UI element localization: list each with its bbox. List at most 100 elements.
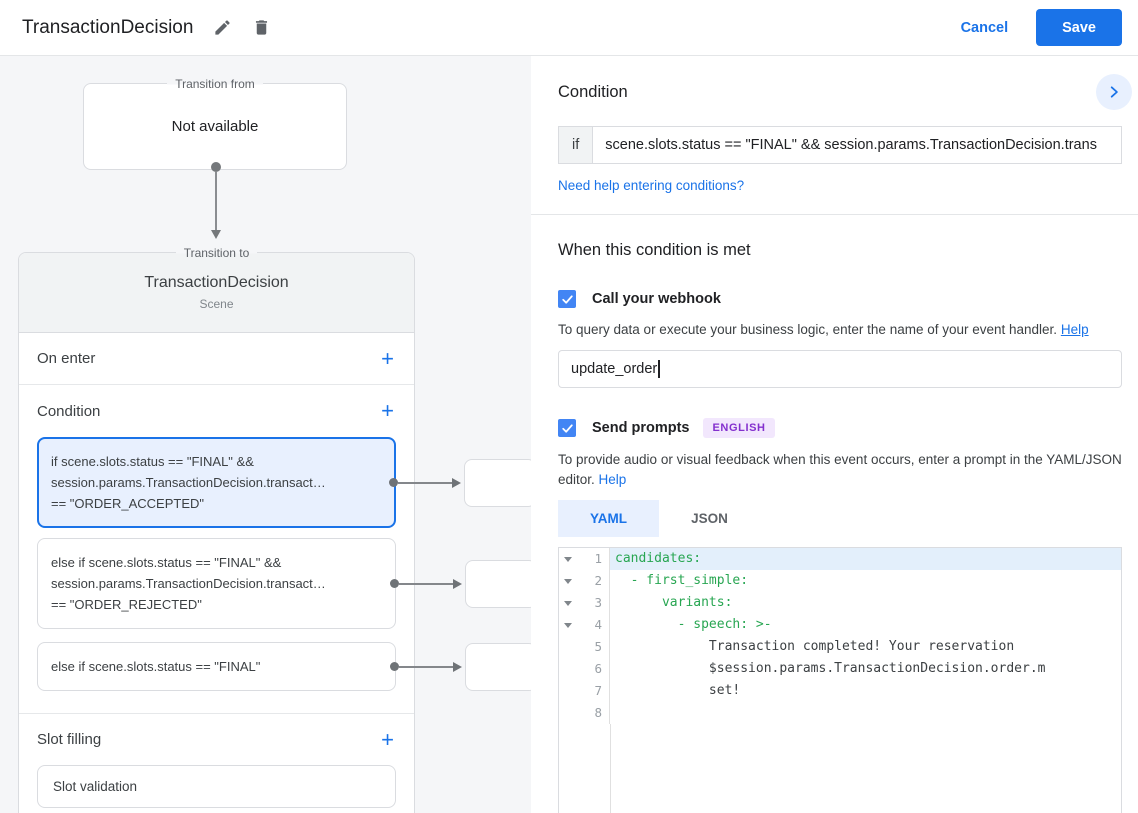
condition-line: else if scene.slots.status == "FINAL" [51, 659, 261, 674]
editor-line: 7 set! [559, 680, 1121, 702]
text-cursor [658, 360, 660, 378]
transition-target-node[interactable] [465, 559, 531, 608]
yaml-editor[interactable]: 1 candidates: 2 - first_simple: 3 varian… [558, 547, 1122, 813]
add-on-enter-button[interactable]: + [379, 345, 396, 371]
section-slot-filling: Slot filling + [19, 713, 414, 765]
prompts-checkbox-row: Send prompts ENGLISH [558, 418, 1122, 438]
condition-line: if scene.slots.status == "FINAL" && [51, 454, 254, 469]
condition-line: session.params.TransactionDecision.trans… [51, 475, 326, 490]
collapse-panel-button[interactable] [1096, 74, 1132, 110]
condition-panel-title: Condition [558, 82, 628, 101]
editor-line: 5 Transaction completed! Your reservatio… [559, 636, 1121, 658]
scene-name: TransactionDecision [144, 274, 289, 291]
condition-connector [390, 559, 531, 608]
cancel-button[interactable]: Cancel [961, 20, 1009, 36]
condition-heading-row: Condition [558, 74, 1132, 110]
section-condition: Condition + [19, 385, 414, 437]
condition-line: == "ORDER_ACCEPTED" [51, 496, 204, 511]
transition-to-node: Transition to TransactionDecision Scene … [18, 245, 531, 813]
arrow-right-icon [453, 661, 462, 672]
chevron-down-icon [564, 579, 572, 584]
slot-filling-label: Slot filling [37, 731, 102, 748]
add-icon: + [381, 726, 394, 752]
connector-dot [390, 579, 399, 588]
tab-yaml[interactable]: YAML [558, 500, 659, 537]
transition-target-node[interactable] [465, 642, 531, 691]
condition-connector [389, 458, 531, 507]
condition-help-link[interactable]: Need help entering conditions? [558, 178, 744, 193]
check-icon [561, 423, 573, 433]
scene-type-label: Scene [199, 297, 234, 311]
condition-label: Condition [37, 402, 101, 420]
condition-card-final[interactable]: else if scene.slots.status == "FINAL" [37, 642, 531, 691]
condition-expression-input[interactable] [592, 126, 1122, 164]
fold-toggle[interactable] [559, 592, 577, 614]
chevron-down-icon [564, 623, 572, 628]
add-icon: + [381, 345, 394, 371]
chevron-right-icon [1110, 86, 1118, 98]
transition-target-node[interactable] [464, 458, 531, 507]
webhook-description: To query data or execute your business l… [558, 322, 1089, 337]
fold-toggle[interactable] [559, 614, 577, 636]
if-prefix-label: if [558, 126, 593, 164]
transition-from-node: Transition from Not available [83, 76, 347, 170]
editor-line: 3 variants: [559, 592, 1121, 614]
editor-empty-area [559, 724, 1121, 813]
language-badge: ENGLISH [703, 418, 775, 438]
condition-line: == "ORDER_REJECTED" [51, 597, 202, 612]
webhook-handler-value: update_order [571, 361, 658, 377]
prompts-label: Send prompts [592, 420, 690, 436]
top-bar: TransactionDecision Cancel Save [0, 0, 1138, 56]
prompts-help-link[interactable]: Help [599, 472, 627, 487]
webhook-help-link[interactable]: Help [1061, 322, 1089, 337]
editor-line: 4 - speech: >- [559, 614, 1121, 636]
slot-validation-label: Slot validation [53, 779, 138, 794]
condition-card-accepted[interactable]: if scene.slots.status == "FINAL" && sess… [37, 437, 531, 528]
editor-line: 2 - first_simple: [559, 570, 1121, 592]
arrow-right-icon [452, 477, 461, 488]
chevron-down-icon [564, 557, 572, 562]
edit-button[interactable] [213, 18, 232, 37]
transition-from-value: Not available [171, 118, 259, 135]
pencil-icon [215, 20, 231, 35]
slot-validation-card[interactable]: Slot validation [37, 765, 396, 808]
save-button[interactable]: Save [1036, 9, 1122, 46]
arrow-right-icon [453, 578, 462, 589]
connector-dot [389, 478, 398, 487]
fold-toggle[interactable] [559, 548, 577, 570]
condition-detail-panel: Condition if Need help entering conditio… [531, 56, 1138, 813]
webhook-checkbox[interactable] [558, 290, 576, 308]
editor-line: 6 $session.params.TransactionDecision.or… [559, 658, 1121, 680]
transition-arrow [210, 162, 221, 239]
editor-format-tabs: YAML JSON [558, 500, 1122, 537]
webhook-label: Call your webhook [592, 291, 721, 307]
section-on-enter: On enter + [19, 333, 414, 385]
editor-line: 8 [559, 702, 1121, 724]
section-divider [531, 214, 1138, 215]
add-icon: + [381, 398, 394, 423]
fold-toggle[interactable] [559, 570, 577, 592]
on-enter-label: On enter [37, 350, 96, 367]
prompts-checkbox[interactable] [558, 419, 576, 437]
condition-line: session.params.TransactionDecision.trans… [51, 576, 326, 591]
condition-card-rejected[interactable]: else if scene.slots.status == "FINAL" &&… [37, 538, 531, 629]
transition-from-legend: Transition from [84, 75, 346, 93]
prompts-description: To provide audio or visual feedback when… [558, 452, 1122, 487]
check-icon [561, 294, 573, 304]
condition-expression-row: if [558, 126, 1122, 164]
connector-dot [390, 662, 399, 671]
trash-icon [256, 20, 268, 35]
delete-button[interactable] [252, 18, 271, 37]
webhook-checkbox-row: Call your webhook [558, 290, 1122, 308]
webhook-handler-input[interactable]: update_order [558, 350, 1122, 388]
when-met-title: When this condition is met [558, 241, 751, 259]
editor-line: 1 candidates: [559, 548, 1121, 570]
add-condition-button[interactable]: + [379, 400, 396, 422]
tab-json[interactable]: JSON [659, 500, 760, 537]
add-slot-button[interactable]: + [379, 726, 396, 752]
chevron-down-icon [564, 601, 572, 606]
condition-connector [390, 642, 531, 691]
condition-line: else if scene.slots.status == "FINAL" && [51, 555, 282, 570]
scene-header: TransactionDecision Scene [19, 253, 414, 333]
scene-diagram-panel: Transition from Not available Transition… [0, 56, 531, 813]
